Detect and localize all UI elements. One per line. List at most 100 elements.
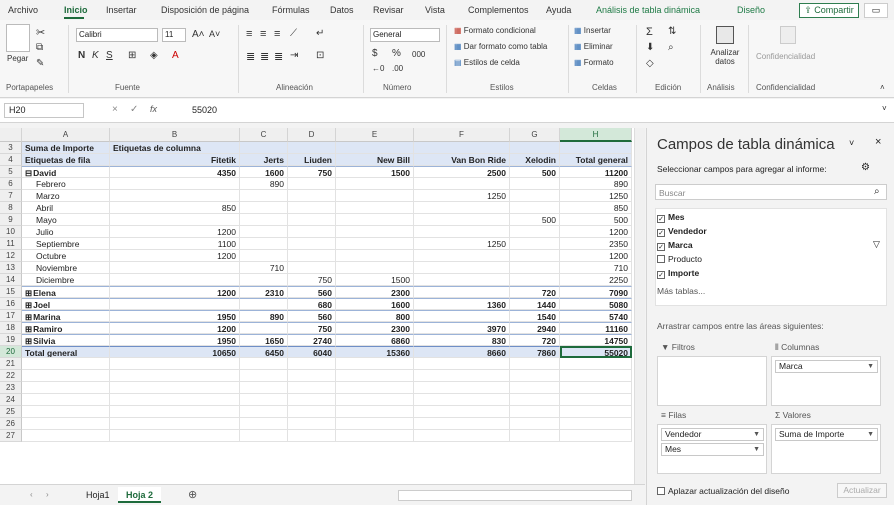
- value-field-suma-importe[interactable]: Suma de Importe ▼: [775, 428, 878, 441]
- cell[interactable]: [288, 418, 336, 430]
- row-header-11[interactable]: 11: [0, 238, 22, 250]
- font-size-combo[interactable]: 11: [162, 28, 186, 42]
- insert-function-icon[interactable]: fx: [150, 104, 157, 114]
- cell[interactable]: [510, 382, 560, 394]
- cell[interactable]: [22, 406, 110, 418]
- enter-icon[interactable]: ✓: [130, 104, 138, 115]
- cell[interactable]: [288, 406, 336, 418]
- row-header-12[interactable]: 12: [0, 250, 22, 262]
- percent-icon[interactable]: %: [392, 48, 401, 59]
- field-mes[interactable]: ✓ Mes: [657, 212, 685, 223]
- align-right-icon[interactable]: ≣: [274, 50, 283, 63]
- cell[interactable]: [240, 394, 288, 406]
- values-drop-area[interactable]: Suma de Importe ▼: [771, 424, 881, 474]
- cell[interactable]: [510, 406, 560, 418]
- cell[interactable]: [288, 382, 336, 394]
- cell[interactable]: [414, 394, 510, 406]
- cell[interactable]: [110, 394, 240, 406]
- decrease-decimal-icon[interactable]: .00: [392, 64, 403, 73]
- cell[interactable]: [110, 382, 240, 394]
- wrap-text-icon[interactable]: ↵: [316, 28, 324, 39]
- cell[interactable]: [336, 406, 414, 418]
- update-button[interactable]: Actualizar: [837, 483, 887, 498]
- borders-icon[interactable]: ⊞: [128, 50, 136, 61]
- sheet-tab-hoja1[interactable]: Hoja1: [78, 487, 118, 503]
- format-painter-icon[interactable]: ✎: [36, 58, 44, 69]
- cell[interactable]: [336, 382, 414, 394]
- group-label[interactable]: ⊞Joel: [22, 298, 110, 310]
- cell[interactable]: [240, 382, 288, 394]
- cell[interactable]: [22, 430, 110, 442]
- collapse-ribbon-icon[interactable]: ˄: [880, 83, 885, 92]
- row-header-14[interactable]: 14: [0, 274, 22, 286]
- cell[interactable]: [560, 430, 632, 442]
- find-icon[interactable]: ⌕: [668, 42, 674, 53]
- bold-icon[interactable]: N: [78, 50, 85, 61]
- align-left-icon[interactable]: ≣: [246, 50, 255, 63]
- row-header-18[interactable]: 18: [0, 322, 22, 334]
- column-header-h[interactable]: H: [560, 128, 632, 142]
- thousands-icon[interactable]: 000: [412, 50, 425, 59]
- align-top-icon[interactable]: ≡: [246, 28, 252, 40]
- expand-icon[interactable]: ⊞: [25, 312, 32, 321]
- tab-ayuda[interactable]: Ayuda: [546, 5, 571, 15]
- cell[interactable]: [22, 418, 110, 430]
- row-header-5[interactable]: 5: [0, 166, 22, 178]
- expand-formula-icon[interactable]: ˅: [882, 104, 887, 113]
- row-header-3[interactable]: 3: [0, 142, 22, 154]
- defer-update-checkbox[interactable]: Aplazar actualización del diseño: [657, 486, 789, 496]
- cell[interactable]: [414, 370, 510, 382]
- indent-icon[interactable]: ⇥: [290, 50, 298, 61]
- cell[interactable]: [22, 382, 110, 394]
- cell[interactable]: [240, 430, 288, 442]
- cell[interactable]: [110, 430, 240, 442]
- cell[interactable]: [336, 370, 414, 382]
- format-cells-button[interactable]: ▦ Formato: [574, 58, 614, 67]
- share-button[interactable]: ⇪ Compartir: [799, 3, 859, 18]
- cell[interactable]: [414, 358, 510, 370]
- cell[interactable]: [110, 358, 240, 370]
- cell-styles-button[interactable]: ▤ Estilos de celda: [454, 58, 520, 67]
- field-producto[interactable]: Producto: [657, 254, 702, 264]
- column-header-e[interactable]: E: [336, 128, 414, 142]
- analyze-data-icon[interactable]: [716, 26, 734, 44]
- insert-cells-button[interactable]: ▦ Insertar: [574, 26, 611, 35]
- column-header-d[interactable]: D: [288, 128, 336, 142]
- cell[interactable]: [336, 430, 414, 442]
- cell[interactable]: [240, 370, 288, 382]
- group-label[interactable]: ⊞Ramiro: [22, 322, 110, 334]
- cell[interactable]: [414, 406, 510, 418]
- row-header-24[interactable]: 24: [0, 394, 22, 406]
- expand-icon[interactable]: ⊞: [25, 324, 32, 333]
- number-format-combo[interactable]: General: [370, 28, 440, 42]
- field-vendedor[interactable]: ✓ Vendedor: [657, 226, 707, 237]
- cell[interactable]: [560, 382, 632, 394]
- increase-decimal-icon[interactable]: ←0: [372, 64, 384, 73]
- row-field-mes[interactable]: Mes ▼: [661, 443, 764, 456]
- cancel-icon[interactable]: ×: [112, 104, 118, 115]
- autosum-icon[interactable]: Σ: [646, 26, 653, 38]
- align-bottom-icon[interactable]: ≡: [274, 28, 280, 40]
- cell[interactable]: [510, 430, 560, 442]
- conditional-format-button[interactable]: ▦ Formato condicional: [454, 26, 536, 35]
- prev-sheet-icon[interactable]: ‹: [30, 490, 33, 499]
- cell[interactable]: [288, 430, 336, 442]
- row-header-26[interactable]: 26: [0, 418, 22, 430]
- horizontal-scrollbar[interactable]: [398, 490, 632, 501]
- expand-icon[interactable]: ⊞: [25, 288, 32, 297]
- tab-analisis-tabla[interactable]: Análisis de tabla dinámica: [596, 5, 700, 15]
- field-search-input[interactable]: Buscar ⌕: [655, 184, 887, 200]
- row-header-22[interactable]: 22: [0, 370, 22, 382]
- row-header-19[interactable]: 19: [0, 334, 22, 346]
- group-label[interactable]: ⊞Marina: [22, 310, 110, 322]
- comments-button[interactable]: ▭: [864, 3, 888, 18]
- select-all-corner[interactable]: [0, 128, 22, 142]
- tab-formulas[interactable]: Fórmulas: [272, 5, 310, 15]
- name-box[interactable]: H20: [4, 103, 84, 118]
- group-label[interactable]: ⊞Silvia: [22, 334, 110, 346]
- group-label[interactable]: ⊟David: [22, 166, 110, 178]
- close-pane-icon[interactable]: ×: [875, 136, 881, 148]
- grow-font-icon[interactable]: A˄: [192, 29, 205, 40]
- row-header-20[interactable]: 20: [0, 346, 22, 358]
- align-middle-icon[interactable]: ≡: [260, 28, 266, 40]
